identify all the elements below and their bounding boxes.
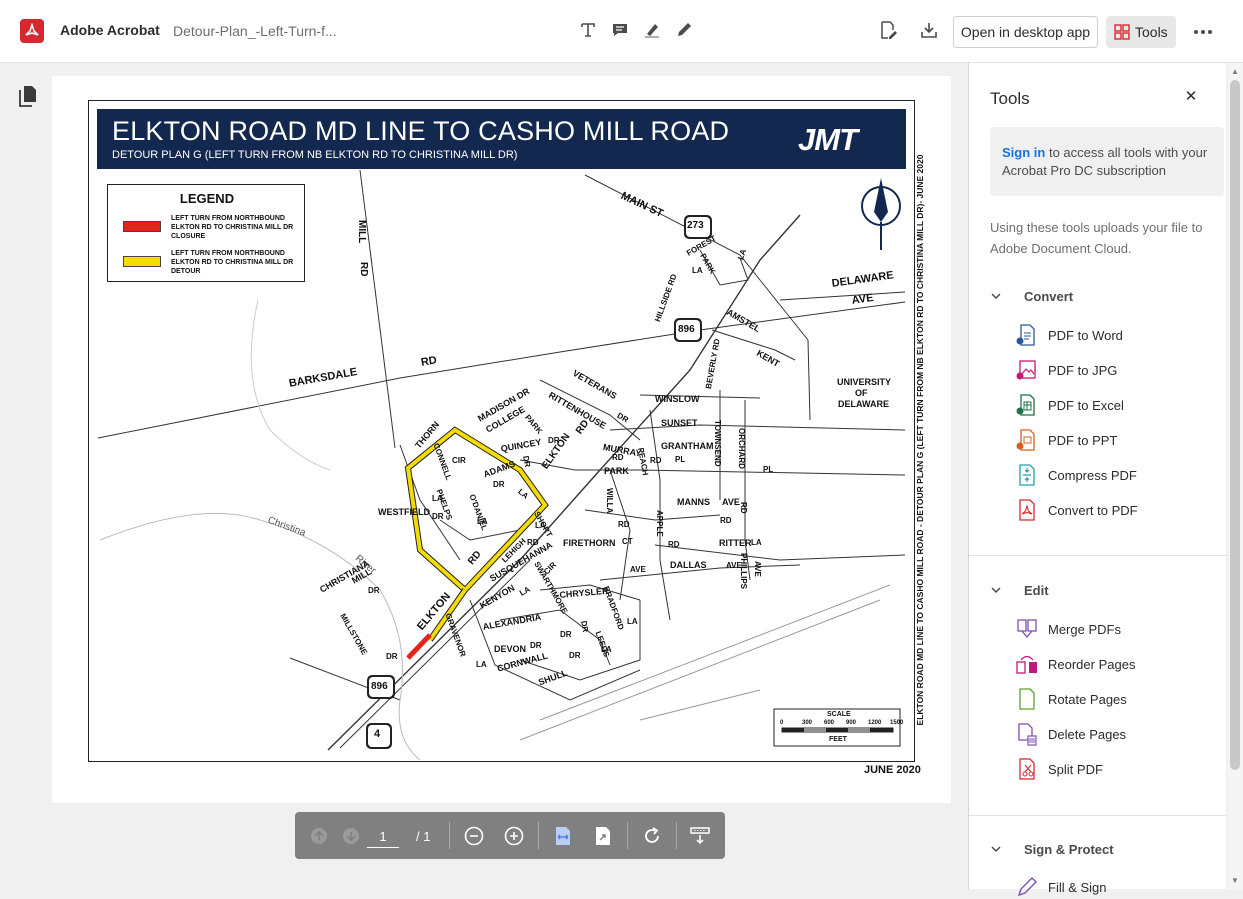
scale-tick-label: 1200 <box>868 720 882 726</box>
separator <box>676 822 677 849</box>
separator <box>627 822 628 849</box>
scroll-down-icon[interactable]: ▼ <box>1231 876 1239 885</box>
sign-in-box: Sign in to access all tools with your Ac… <box>990 127 1224 196</box>
delete-pages-icon <box>1018 723 1037 746</box>
tool-label: Split PDF <box>1048 761 1103 777</box>
route-shield-4-icon <box>366 723 392 749</box>
tool-pdf-to-word[interactable]: PDF to Word <box>1015 323 1215 347</box>
scale-tick-label: 900 <box>846 720 857 726</box>
scrollbar-thumb[interactable] <box>1230 80 1240 770</box>
page-layout-icon[interactable] <box>689 825 711 847</box>
tool-label: Rotate Pages <box>1048 691 1127 707</box>
section-edit[interactable]: Edit <box>1024 583 1049 598</box>
scale-tick-label: 0 <box>780 720 784 726</box>
scroll-up-icon[interactable]: ▲ <box>1231 67 1239 76</box>
map-subtitle: DETOUR PLAN G (LEFT TURN FROM NB ELKTON … <box>112 149 518 161</box>
compress-pdf-icon <box>1019 464 1035 486</box>
route-shield-273-icon <box>684 215 712 239</box>
tool-compress-pdf[interactable]: Compress PDF <box>1015 463 1215 487</box>
legend-detour-swatch <box>123 256 161 267</box>
scale-unit: FEET <box>829 736 847 743</box>
map-legend: LEGEND LEFT TURN FROM NORTHBOUND ELKTON … <box>107 184 305 282</box>
upload-note: Using these tools uploads your file to A… <box>990 220 1203 256</box>
scale-tick-label: 300 <box>802 720 813 726</box>
scale-label: SCALE <box>827 711 851 718</box>
chevron-down-icon[interactable] <box>991 291 1001 301</box>
tool-label: PDF to Word <box>1048 327 1123 343</box>
section-convert[interactable]: Convert <box>1024 289 1073 304</box>
tool-label: PDF to JPG <box>1048 362 1118 378</box>
convert-to-pdf-icon <box>1019 499 1035 521</box>
scale-tick-label: 1500 <box>890 720 904 726</box>
pdf-to-excel-icon <box>1016 394 1035 416</box>
divider <box>969 815 1227 816</box>
fit-page-icon[interactable] <box>592 825 614 847</box>
separator <box>449 822 450 849</box>
fill-sign-icon <box>1017 877 1037 897</box>
next-page-icon[interactable] <box>340 825 362 847</box>
tool-reorder-pages[interactable]: Reorder Pages <box>1015 652 1215 676</box>
tool-pdf-to-ppt[interactable]: PDF to PPT <box>1015 428 1215 452</box>
tool-label: Reorder Pages <box>1048 656 1136 672</box>
tool-label: Compress PDF <box>1048 467 1137 483</box>
zoom-out-icon[interactable] <box>463 825 485 847</box>
route-shield-896a-icon <box>674 318 702 342</box>
jmt-logo: JMT <box>798 122 858 157</box>
pdf-to-jpg-icon <box>1016 360 1036 380</box>
map-side-note: ELKTON ROAD MD LINE TO CASHO MILL ROAD -… <box>912 155 928 726</box>
tool-label: Delete Pages <box>1048 726 1127 742</box>
tool-merge-pdfs[interactable]: Merge PDFs <box>1015 617 1215 641</box>
tool-delete-pages[interactable]: Delete Pages <box>1015 722 1215 746</box>
page-total: / 1 <box>416 829 431 844</box>
reorder-pages-icon <box>1016 655 1037 674</box>
tool-fill-sign[interactable]: Fill & Sign <box>1015 875 1215 899</box>
section-sign-protect[interactable]: Sign & Protect <box>1024 842 1114 857</box>
tool-label: Convert to PDF <box>1048 502 1138 518</box>
fit-width-icon[interactable] <box>552 825 574 847</box>
tools-panel: Tools ✕ Sign in to access all tools with… <box>968 63 1227 897</box>
page-number-input[interactable]: 1 <box>367 828 399 848</box>
route-shield-896b-icon <box>367 675 395 699</box>
scale-tick-label: 600 <box>824 720 835 726</box>
chevron-down-icon[interactable] <box>991 844 1001 854</box>
map-date: JUNE 2020 <box>864 764 921 776</box>
legend-closure-text: LEFT TURN FROM NORTHBOUND ELKTON RD TO C… <box>171 215 294 240</box>
rotate-pages-icon <box>1019 688 1035 710</box>
rotate-icon[interactable] <box>641 825 663 847</box>
chevron-down-icon[interactable] <box>991 585 1001 595</box>
close-icon[interactable]: ✕ <box>1183 87 1199 105</box>
legend-detour-text: LEFT TURN FROM NORTHBOUND ELKTON RD TO C… <box>171 250 294 275</box>
merge-pdfs-icon <box>1017 619 1037 639</box>
previous-page-icon[interactable] <box>308 825 330 847</box>
legend-title: LEGEND <box>179 191 235 206</box>
tool-pdf-to-excel[interactable]: PDF to Excel <box>1015 393 1215 417</box>
tool-label: PDF to PPT <box>1048 432 1118 448</box>
pdf-to-ppt-icon <box>1016 429 1035 451</box>
separator <box>538 822 539 849</box>
split-pdf-icon <box>1019 758 1035 780</box>
tool-pdf-to-jpg[interactable]: PDF to JPG <box>1015 358 1215 382</box>
legend-closure-swatch <box>123 221 161 232</box>
tool-convert-to-pdf[interactable]: Convert to PDF <box>1015 498 1215 522</box>
tool-label: PDF to Excel <box>1048 397 1124 413</box>
tool-label: Merge PDFs <box>1048 621 1121 637</box>
tool-label: Fill & Sign <box>1048 879 1107 895</box>
side-note-text: ELKTON ROAD MD LINE TO CASHO MILL ROAD -… <box>915 154 925 726</box>
map-title: ELKTON ROAD MD LINE TO CASHO MILL ROAD <box>112 116 730 146</box>
divider <box>969 555 1227 556</box>
tool-split-pdf[interactable]: Split PDF <box>1015 757 1215 781</box>
panel-title: Tools <box>990 89 1030 108</box>
sign-in-link[interactable]: Sign in <box>1002 145 1045 160</box>
zoom-in-icon[interactable] <box>503 825 525 847</box>
north-arrow-icon <box>861 178 901 250</box>
pdf-to-word-icon <box>1016 324 1035 346</box>
tool-rotate-pages[interactable]: Rotate Pages <box>1015 687 1215 711</box>
page-controls: 1 / 1 <box>295 812 725 859</box>
